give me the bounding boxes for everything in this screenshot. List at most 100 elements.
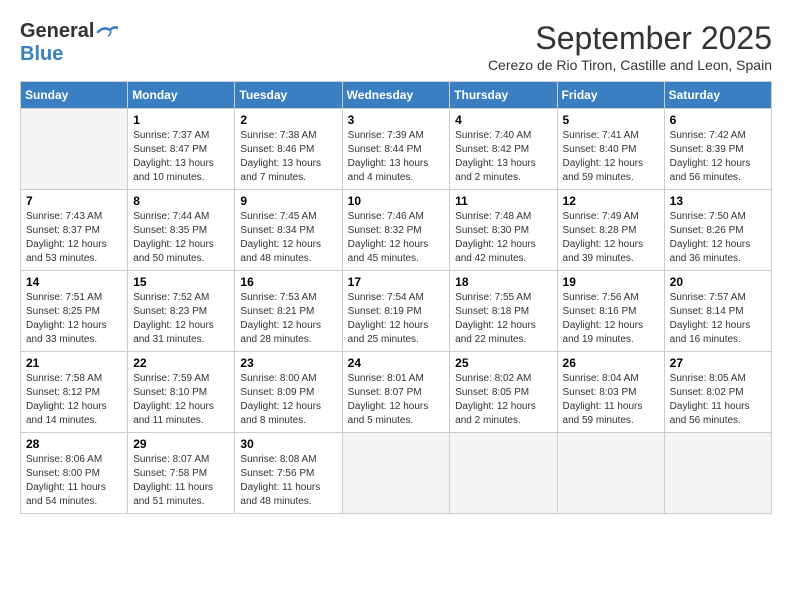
logo-general: General xyxy=(20,20,94,43)
page-header: General Blue September 2025 Cerezo de Ri… xyxy=(20,20,772,73)
day-info: Sunrise: 8:01 AMSunset: 8:07 PMDaylight:… xyxy=(348,372,445,428)
calendar-cell: 1Sunrise: 7:37 AMSunset: 8:47 PMDaylight… xyxy=(128,109,235,190)
calendar-cell: 17Sunrise: 7:54 AMSunset: 8:19 PMDayligh… xyxy=(342,271,450,352)
calendar-cell: 21 Sunrise: 7:58 AMSunset: 8:12 PMDayligh… xyxy=(21,352,128,433)
day-info: Sunrise: 8:05 AMSunset: 8:02 PMDaylight:… xyxy=(670,372,766,428)
day-number: 9 xyxy=(240,194,336,208)
day-number: 28 xyxy=(26,437,122,451)
calendar-cell: 11 Sunrise: 7:48 AMSunset: 8:30 PMDayligh… xyxy=(450,190,557,271)
day-number: 2 xyxy=(240,113,336,127)
calendar-cell xyxy=(557,433,664,514)
calendar-cell: 12 Sunrise: 7:49 AMSunset: 8:28 PMDayligh… xyxy=(557,190,664,271)
day-info: Sunrise: 7:53 AMSunset: 8:21 PMDaylight:… xyxy=(240,291,336,347)
day-number: 17 xyxy=(348,275,445,289)
day-info: Sunrise: 7:51 AMSunset: 8:25 PMDaylight:… xyxy=(26,291,122,347)
calendar-cell: 20Sunrise: 7:57 AMSunset: 8:14 PMDayligh… xyxy=(664,271,771,352)
day-number: 30 xyxy=(240,437,336,451)
header-row: SundayMondayTuesdayWednesdayThursdayFrid… xyxy=(21,82,772,109)
day-number: 22 xyxy=(133,356,229,370)
calendar-cell: 3Sunrise: 7:39 AMSunset: 8:44 PMDaylight… xyxy=(342,109,450,190)
day-number: 5 xyxy=(563,113,659,127)
day-number: 16 xyxy=(240,275,336,289)
calendar-cell: 29 Sunrise: 8:07 AMSunset: 7:58 PMDayligh… xyxy=(128,433,235,514)
header-thursday: Thursday xyxy=(450,82,557,109)
week-row-5: 28 Sunrise: 8:06 AMSunset: 8:00 PMDayligh… xyxy=(21,433,772,514)
location-subtitle: Cerezo de Rio Tiron, Castille and Leon, … xyxy=(488,57,772,73)
calendar-cell xyxy=(664,433,771,514)
week-row-1: 1Sunrise: 7:37 AMSunset: 8:47 PMDaylight… xyxy=(21,109,772,190)
day-number: 23 xyxy=(240,356,336,370)
calendar-cell: 5Sunrise: 7:41 AMSunset: 8:40 PMDaylight… xyxy=(557,109,664,190)
day-info: Sunrise: 7:55 AMSunset: 8:18 PMDaylight:… xyxy=(455,291,551,347)
day-info: Sunrise: 7:46 AMSunset: 8:32 PMDaylight:… xyxy=(348,210,445,266)
calendar-cell: 30 Sunrise: 8:08 AMSunset: 7:56 PMDayligh… xyxy=(235,433,342,514)
day-number: 14 xyxy=(26,275,122,289)
calendar-cell: 23 Sunrise: 8:00 AMSunset: 8:09 PMDayligh… xyxy=(235,352,342,433)
day-info: Sunrise: 8:04 AMSunset: 8:03 PMDaylight:… xyxy=(563,372,659,428)
week-row-4: 21 Sunrise: 7:58 AMSunset: 8:12 PMDayligh… xyxy=(21,352,772,433)
day-info: Sunrise: 7:38 AMSunset: 8:46 PMDaylight:… xyxy=(240,129,336,185)
calendar-cell: 2 Sunrise: 7:38 AMSunset: 8:46 PMDaylight… xyxy=(235,109,342,190)
calendar-cell: 16 Sunrise: 7:53 AMSunset: 8:21 PMDayligh… xyxy=(235,271,342,352)
calendar-cell: 4Sunrise: 7:40 AMSunset: 8:42 PMDaylight… xyxy=(450,109,557,190)
calendar-table: SundayMondayTuesdayWednesdayThursdayFrid… xyxy=(20,81,772,514)
logo-blue: Blue xyxy=(20,43,63,65)
header-friday: Friday xyxy=(557,82,664,109)
month-title: September 2025 xyxy=(488,20,772,57)
calendar-cell: 18 Sunrise: 7:55 AMSunset: 8:18 PMDayligh… xyxy=(450,271,557,352)
day-number: 12 xyxy=(563,194,659,208)
day-number: 24 xyxy=(348,356,445,370)
day-number: 15 xyxy=(133,275,229,289)
day-number: 7 xyxy=(26,194,122,208)
calendar-cell: 27 Sunrise: 8:05 AMSunset: 8:02 PMDayligh… xyxy=(664,352,771,433)
calendar-cell xyxy=(342,433,450,514)
logo-bird-icon xyxy=(96,24,118,40)
calendar-cell xyxy=(450,433,557,514)
day-number: 6 xyxy=(670,113,766,127)
day-info: Sunrise: 7:58 AMSunset: 8:12 PMDaylight:… xyxy=(26,372,122,428)
day-number: 3 xyxy=(348,113,445,127)
day-info: Sunrise: 7:57 AMSunset: 8:14 PMDaylight:… xyxy=(670,291,766,347)
day-info: Sunrise: 8:02 AMSunset: 8:05 PMDaylight:… xyxy=(455,372,551,428)
day-number: 19 xyxy=(563,275,659,289)
calendar-cell: 9Sunrise: 7:45 AMSunset: 8:34 PMDaylight… xyxy=(235,190,342,271)
day-info: Sunrise: 7:50 AMSunset: 8:26 PMDaylight:… xyxy=(670,210,766,266)
day-info: Sunrise: 8:07 AMSunset: 7:58 PMDaylight:… xyxy=(133,453,229,509)
day-info: Sunrise: 7:42 AMSunset: 8:39 PMDaylight:… xyxy=(670,129,766,185)
calendar-cell: 7 Sunrise: 7:43 AMSunset: 8:37 PMDaylight… xyxy=(21,190,128,271)
calendar-cell: 14 Sunrise: 7:51 AMSunset: 8:25 PMDayligh… xyxy=(21,271,128,352)
header-sunday: Sunday xyxy=(21,82,128,109)
calendar-cell: 13 Sunrise: 7:50 AMSunset: 8:26 PMDayligh… xyxy=(664,190,771,271)
day-number: 25 xyxy=(455,356,551,370)
calendar-cell: 6 Sunrise: 7:42 AMSunset: 8:39 PMDaylight… xyxy=(664,109,771,190)
day-number: 8 xyxy=(133,194,229,208)
logo: General Blue xyxy=(20,20,118,66)
calendar-cell: 24 Sunrise: 8:01 AMSunset: 8:07 PMDayligh… xyxy=(342,352,450,433)
day-number: 27 xyxy=(670,356,766,370)
week-row-2: 7 Sunrise: 7:43 AMSunset: 8:37 PMDaylight… xyxy=(21,190,772,271)
header-tuesday: Tuesday xyxy=(235,82,342,109)
day-info: Sunrise: 8:06 AMSunset: 8:00 PMDaylight:… xyxy=(26,453,122,509)
header-wednesday: Wednesday xyxy=(342,82,450,109)
day-info: Sunrise: 7:40 AMSunset: 8:42 PMDaylight:… xyxy=(455,129,551,185)
header-monday: Monday xyxy=(128,82,235,109)
day-number: 29 xyxy=(133,437,229,451)
day-number: 18 xyxy=(455,275,551,289)
day-number: 13 xyxy=(670,194,766,208)
day-number: 21 xyxy=(26,356,122,370)
day-info: Sunrise: 8:08 AMSunset: 7:56 PMDaylight:… xyxy=(240,453,336,509)
day-info: Sunrise: 7:37 AMSunset: 8:47 PMDaylight:… xyxy=(133,129,229,185)
calendar-cell: 8 Sunrise: 7:44 AMSunset: 8:35 PMDaylight… xyxy=(128,190,235,271)
day-number: 11 xyxy=(455,194,551,208)
day-info: Sunrise: 7:44 AMSunset: 8:35 PMDaylight:… xyxy=(133,210,229,266)
calendar-cell: 10Sunrise: 7:46 AMSunset: 8:32 PMDayligh… xyxy=(342,190,450,271)
calendar-cell: 22 Sunrise: 7:59 AMSunset: 8:10 PMDayligh… xyxy=(128,352,235,433)
day-info: Sunrise: 7:49 AMSunset: 8:28 PMDaylight:… xyxy=(563,210,659,266)
day-info: Sunrise: 8:00 AMSunset: 8:09 PMDaylight:… xyxy=(240,372,336,428)
week-row-3: 14 Sunrise: 7:51 AMSunset: 8:25 PMDayligh… xyxy=(21,271,772,352)
day-info: Sunrise: 7:56 AMSunset: 8:16 PMDaylight:… xyxy=(563,291,659,347)
day-info: Sunrise: 7:59 AMSunset: 8:10 PMDaylight:… xyxy=(133,372,229,428)
day-info: Sunrise: 7:43 AMSunset: 8:37 PMDaylight:… xyxy=(26,210,122,266)
day-info: Sunrise: 7:48 AMSunset: 8:30 PMDaylight:… xyxy=(455,210,551,266)
calendar-cell: 19 Sunrise: 7:56 AMSunset: 8:16 PMDayligh… xyxy=(557,271,664,352)
